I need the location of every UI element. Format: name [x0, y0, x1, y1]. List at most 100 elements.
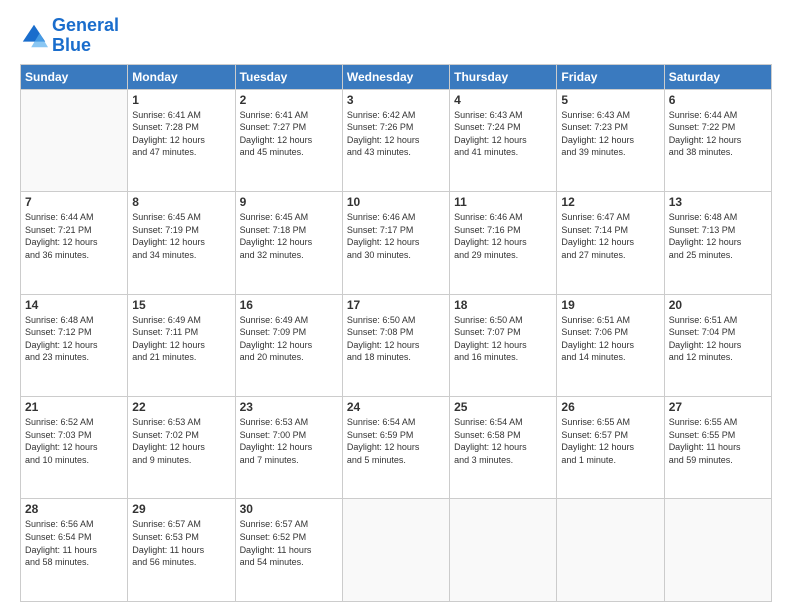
day-number: 22: [132, 400, 230, 414]
day-header-saturday: Saturday: [664, 64, 771, 89]
logo: General Blue: [20, 16, 119, 56]
day-info: Sunrise: 6:50 AM Sunset: 7:07 PM Dayligh…: [454, 314, 552, 364]
day-info: Sunrise: 6:47 AM Sunset: 7:14 PM Dayligh…: [561, 211, 659, 261]
calendar-cell: 30Sunrise: 6:57 AM Sunset: 6:52 PM Dayli…: [235, 499, 342, 602]
day-header-sunday: Sunday: [21, 64, 128, 89]
day-info: Sunrise: 6:55 AM Sunset: 6:55 PM Dayligh…: [669, 416, 767, 466]
day-number: 2: [240, 93, 338, 107]
day-info: Sunrise: 6:54 AM Sunset: 6:59 PM Dayligh…: [347, 416, 445, 466]
calendar-cell: 5 Sunrise: 6:43 AM Sunset: 7:23 PM Daylig…: [557, 89, 664, 191]
day-info: Sunrise: 6:52 AM Sunset: 7:03 PM Dayligh…: [25, 416, 123, 466]
calendar-header-row: SundayMondayTuesdayWednesdayThursdayFrid…: [21, 64, 772, 89]
day-info: Sunrise: 6:51 AM Sunset: 7:06 PM Dayligh…: [561, 314, 659, 364]
calendar-cell: 23 Sunrise: 6:53 AM Sunset: 7:00 PM Dayli…: [235, 397, 342, 499]
calendar-cell: 16Sunrise: 6:49 AM Sunset: 7:09 PM Dayli…: [235, 294, 342, 396]
calendar-cell: [450, 499, 557, 602]
calendar-cell: 25 Sunrise: 6:54 AM Sunset: 6:58 PM Dayli…: [450, 397, 557, 499]
day-info: Sunrise: 6:48 AM Sunset: 7:12 PM Dayligh…: [25, 314, 123, 364]
day-info: Sunrise: 6:49 AM Sunset: 7:11 PM Dayligh…: [132, 314, 230, 364]
day-info: Sunrise: 6:45 AM Sunset: 7:18 PM Dayligh…: [240, 211, 338, 261]
calendar-cell: 2Sunrise: 6:41 AM Sunset: 7:27 PM Daylig…: [235, 89, 342, 191]
calendar-week-row: 21 Sunrise: 6:52 AM Sunset: 7:03 PM Dayli…: [21, 397, 772, 499]
calendar-cell: 9 Sunrise: 6:45 AM Sunset: 7:18 PM Daylig…: [235, 192, 342, 294]
day-number: 29: [132, 502, 230, 516]
calendar-table: SundayMondayTuesdayWednesdayThursdayFrid…: [20, 64, 772, 602]
day-number: 7: [25, 195, 123, 209]
calendar-cell: 27 Sunrise: 6:55 AM Sunset: 6:55 PM Dayli…: [664, 397, 771, 499]
calendar-week-row: 1 Sunrise: 6:41 AM Sunset: 7:28 PM Daylig…: [21, 89, 772, 191]
day-info: Sunrise: 6:53 AM Sunset: 7:02 PM Dayligh…: [132, 416, 230, 466]
header: General Blue: [20, 16, 772, 56]
day-info: Sunrise: 6:55 AM Sunset: 6:57 PM Dayligh…: [561, 416, 659, 466]
calendar-cell: [664, 499, 771, 602]
day-info: Sunrise: 6:42 AM Sunset: 7:26 PM Dayligh…: [347, 109, 445, 159]
calendar-cell: 15 Sunrise: 6:49 AM Sunset: 7:11 PM Dayli…: [128, 294, 235, 396]
calendar-cell: 14 Sunrise: 6:48 AM Sunset: 7:12 PM Dayli…: [21, 294, 128, 396]
day-info: Sunrise: 6:41 AM Sunset: 7:28 PM Dayligh…: [132, 109, 230, 159]
day-number: 21: [25, 400, 123, 414]
day-number: 11: [454, 195, 552, 209]
day-number: 4: [454, 93, 552, 107]
day-info: Sunrise: 6:54 AM Sunset: 6:58 PM Dayligh…: [454, 416, 552, 466]
calendar-cell: 10 Sunrise: 6:46 AM Sunset: 7:17 PM Dayli…: [342, 192, 449, 294]
day-info: Sunrise: 6:43 AM Sunset: 7:24 PM Dayligh…: [454, 109, 552, 159]
day-number: 3: [347, 93, 445, 107]
calendar-cell: 3 Sunrise: 6:42 AM Sunset: 7:26 PM Daylig…: [342, 89, 449, 191]
day-number: 23: [240, 400, 338, 414]
calendar-cell: 19Sunrise: 6:51 AM Sunset: 7:06 PM Dayli…: [557, 294, 664, 396]
day-header-thursday: Thursday: [450, 64, 557, 89]
day-info: Sunrise: 6:43 AM Sunset: 7:23 PM Dayligh…: [561, 109, 659, 159]
day-number: 1: [132, 93, 230, 107]
calendar-week-row: 7 Sunrise: 6:44 AM Sunset: 7:21 PM Daylig…: [21, 192, 772, 294]
day-header-monday: Monday: [128, 64, 235, 89]
calendar-cell: 21 Sunrise: 6:52 AM Sunset: 7:03 PM Dayli…: [21, 397, 128, 499]
day-number: 5: [561, 93, 659, 107]
day-number: 16: [240, 298, 338, 312]
calendar-cell: 1 Sunrise: 6:41 AM Sunset: 7:28 PM Daylig…: [128, 89, 235, 191]
calendar-cell: 11Sunrise: 6:46 AM Sunset: 7:16 PM Dayli…: [450, 192, 557, 294]
day-number: 28: [25, 502, 123, 516]
day-number: 6: [669, 93, 767, 107]
day-number: 15: [132, 298, 230, 312]
day-info: Sunrise: 6:44 AM Sunset: 7:21 PM Dayligh…: [25, 211, 123, 261]
day-info: Sunrise: 6:48 AM Sunset: 7:13 PM Dayligh…: [669, 211, 767, 261]
calendar-week-row: 14 Sunrise: 6:48 AM Sunset: 7:12 PM Dayli…: [21, 294, 772, 396]
day-info: Sunrise: 6:45 AM Sunset: 7:19 PM Dayligh…: [132, 211, 230, 261]
calendar-cell: 26Sunrise: 6:55 AM Sunset: 6:57 PM Dayli…: [557, 397, 664, 499]
logo-icon: [20, 22, 48, 50]
calendar-week-row: 28 Sunrise: 6:56 AM Sunset: 6:54 PM Dayli…: [21, 499, 772, 602]
day-info: Sunrise: 6:46 AM Sunset: 7:17 PM Dayligh…: [347, 211, 445, 261]
day-header-friday: Friday: [557, 64, 664, 89]
calendar-cell: [342, 499, 449, 602]
calendar-cell: 8 Sunrise: 6:45 AM Sunset: 7:19 PM Daylig…: [128, 192, 235, 294]
calendar-cell: 4 Sunrise: 6:43 AM Sunset: 7:24 PM Daylig…: [450, 89, 557, 191]
day-info: Sunrise: 6:51 AM Sunset: 7:04 PM Dayligh…: [669, 314, 767, 364]
day-header-wednesday: Wednesday: [342, 64, 449, 89]
day-number: 14: [25, 298, 123, 312]
day-info: Sunrise: 6:56 AM Sunset: 6:54 PM Dayligh…: [25, 518, 123, 568]
day-number: 8: [132, 195, 230, 209]
calendar-cell: [557, 499, 664, 602]
day-number: 10: [347, 195, 445, 209]
day-number: 27: [669, 400, 767, 414]
calendar-cell: 13 Sunrise: 6:48 AM Sunset: 7:13 PM Dayli…: [664, 192, 771, 294]
logo-text: General: [52, 16, 119, 36]
calendar-cell: 24 Sunrise: 6:54 AM Sunset: 6:59 PM Dayli…: [342, 397, 449, 499]
calendar-cell: 12Sunrise: 6:47 AM Sunset: 7:14 PM Dayli…: [557, 192, 664, 294]
day-info: Sunrise: 6:53 AM Sunset: 7:00 PM Dayligh…: [240, 416, 338, 466]
day-number: 17: [347, 298, 445, 312]
day-number: 13: [669, 195, 767, 209]
calendar-cell: 22 Sunrise: 6:53 AM Sunset: 7:02 PM Dayli…: [128, 397, 235, 499]
calendar-cell: 6 Sunrise: 6:44 AM Sunset: 7:22 PM Daylig…: [664, 89, 771, 191]
day-info: Sunrise: 6:44 AM Sunset: 7:22 PM Dayligh…: [669, 109, 767, 159]
calendar-cell: 17Sunrise: 6:50 AM Sunset: 7:08 PM Dayli…: [342, 294, 449, 396]
calendar-cell: 20Sunrise: 6:51 AM Sunset: 7:04 PM Dayli…: [664, 294, 771, 396]
calendar-cell: 18Sunrise: 6:50 AM Sunset: 7:07 PM Dayli…: [450, 294, 557, 396]
day-info: Sunrise: 6:57 AM Sunset: 6:53 PM Dayligh…: [132, 518, 230, 568]
day-number: 30: [240, 502, 338, 516]
calendar-cell: 7 Sunrise: 6:44 AM Sunset: 7:21 PM Daylig…: [21, 192, 128, 294]
day-number: 9: [240, 195, 338, 209]
day-number: 25: [454, 400, 552, 414]
day-number: 24: [347, 400, 445, 414]
calendar-cell: [21, 89, 128, 191]
